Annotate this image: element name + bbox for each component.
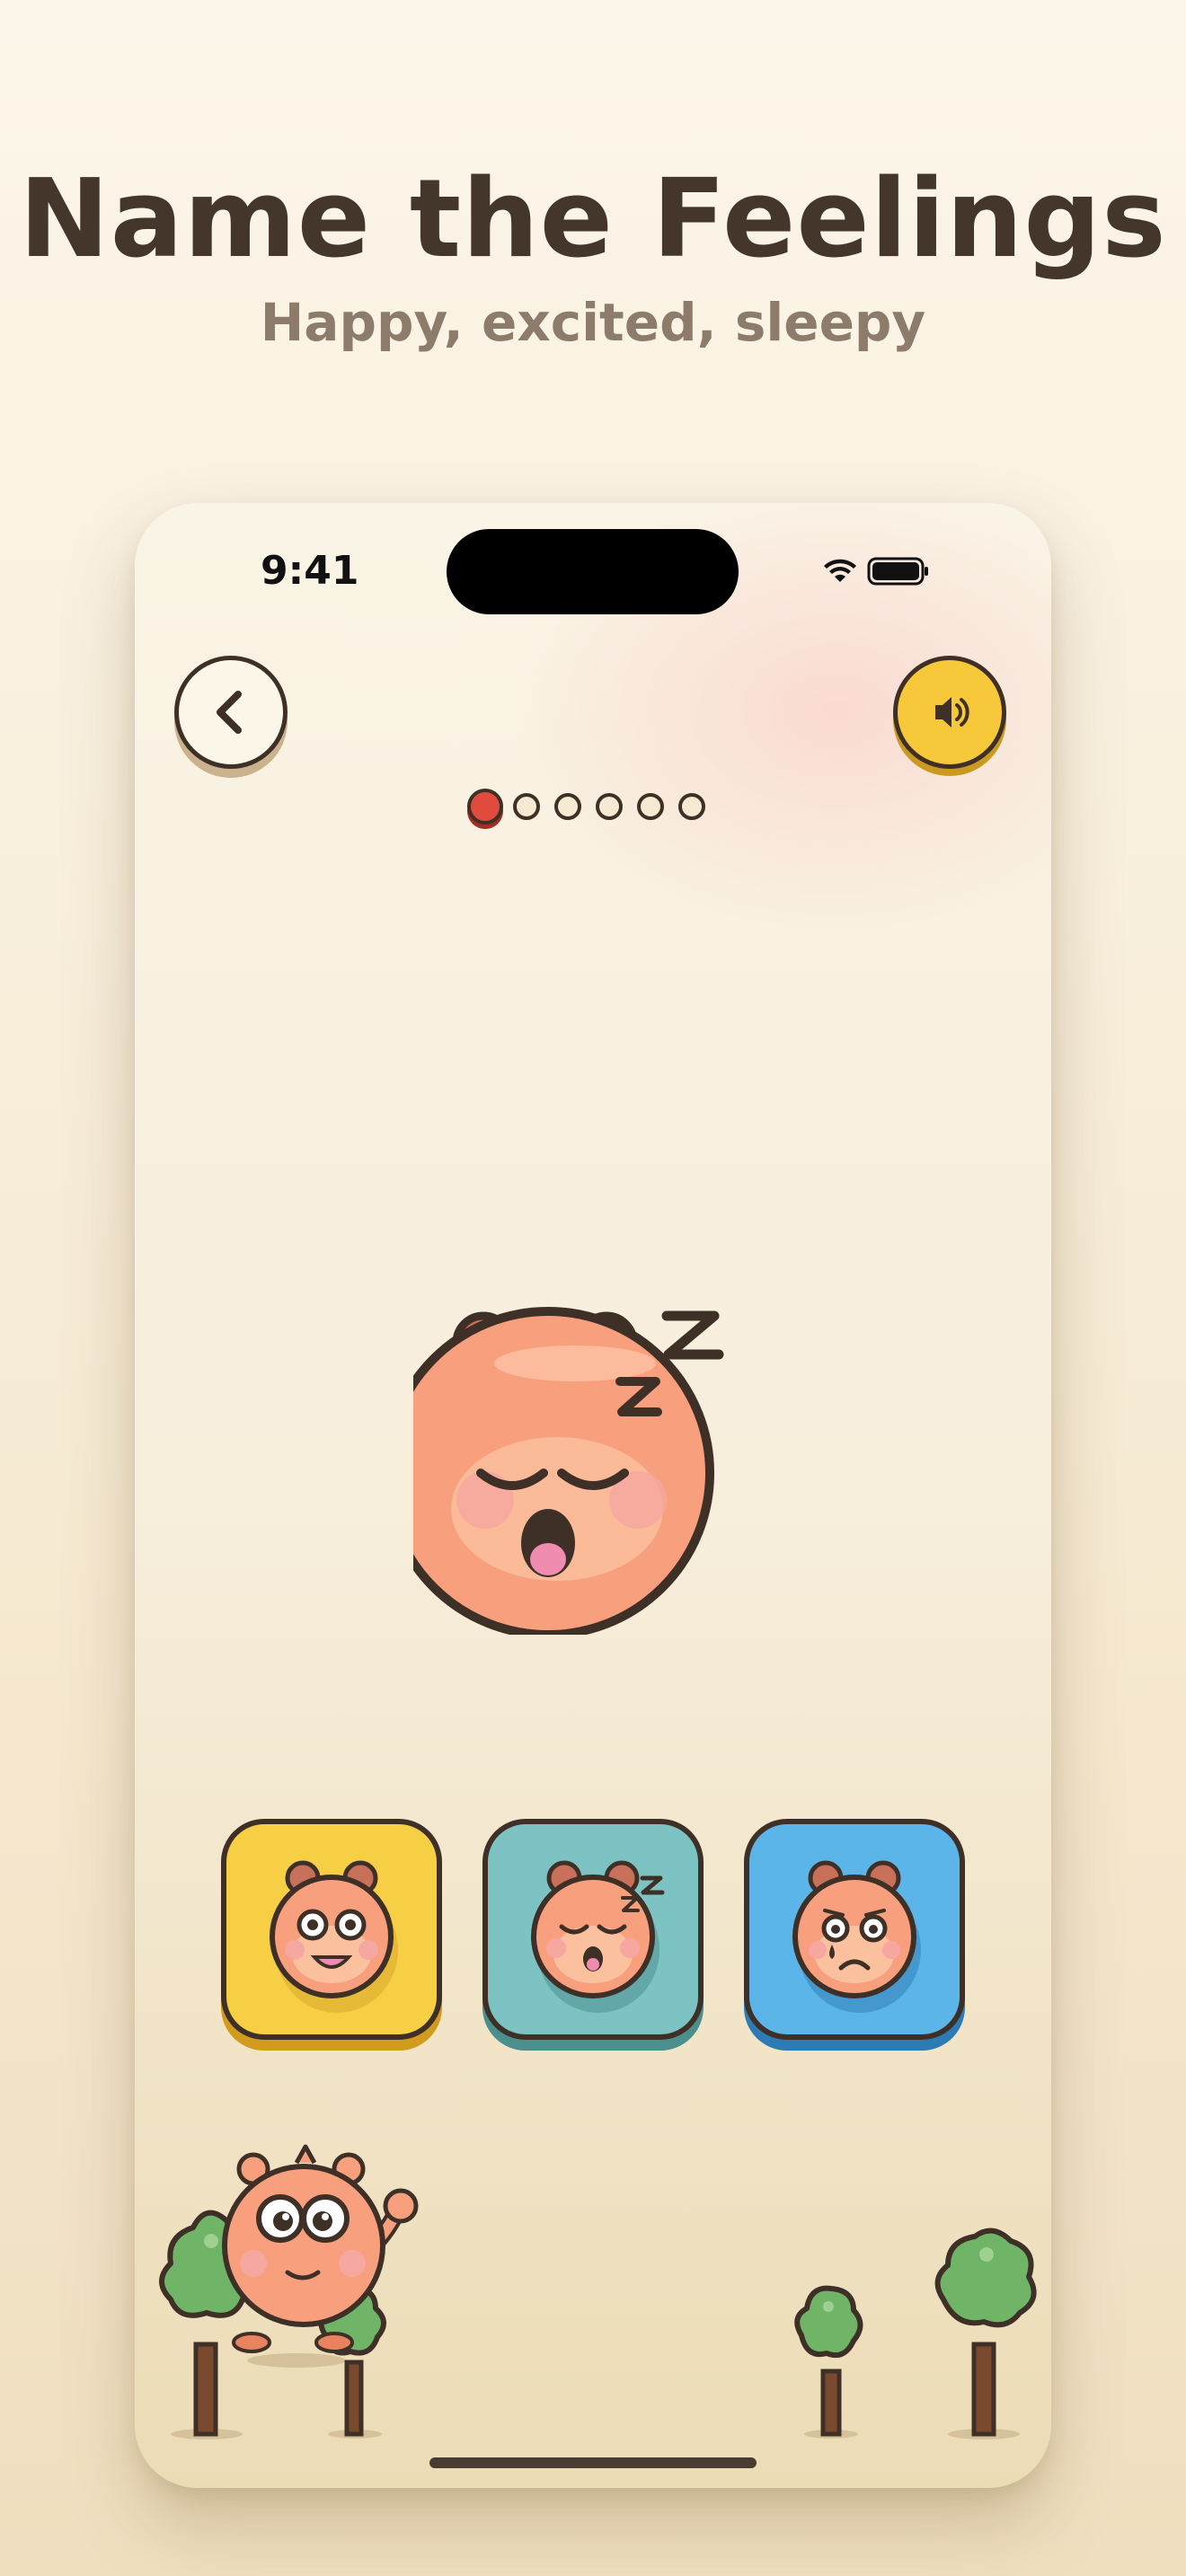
page-subtitle: Happy, excited, sleepy	[260, 292, 926, 353]
progress-dot	[637, 793, 664, 820]
sad-face-icon	[792, 1860, 921, 2013]
scenery	[159, 2144, 1037, 2439]
speaker-icon	[935, 697, 969, 728]
choice-sleepy-button[interactable]	[482, 1819, 704, 2040]
dynamic-island	[447, 529, 739, 614]
chevron-left-icon	[217, 691, 242, 734]
progress-dot	[678, 793, 705, 820]
tree-icon	[794, 2285, 863, 2437]
choice-happy-button[interactable]	[221, 1819, 442, 2040]
back-button[interactable]	[174, 656, 288, 769]
battery-icon	[867, 557, 928, 586]
sound-button[interactable]	[893, 656, 1006, 769]
page-title: Name the Feelings	[19, 157, 1167, 282]
progress-dot-current	[467, 789, 503, 825]
status-icons	[824, 557, 928, 586]
progress-dot	[596, 793, 623, 820]
choice-sad-button[interactable]	[744, 1819, 965, 2040]
happy-face-icon	[270, 1860, 398, 2013]
wifi-icon	[824, 559, 856, 582]
progress-dot	[554, 793, 581, 820]
progress-indicator	[467, 786, 737, 827]
progress-dot	[513, 793, 540, 820]
sleepy-face-icon	[413, 1307, 724, 1635]
sleepy-face-icon	[531, 1860, 665, 2013]
status-time: 9:41	[261, 548, 359, 594]
home-indicator[interactable]	[429, 2457, 757, 2468]
phone-screen: 9:41	[135, 503, 1051, 2488]
tree-icon	[934, 2228, 1037, 2437]
mascot-character	[222, 2144, 419, 2353]
